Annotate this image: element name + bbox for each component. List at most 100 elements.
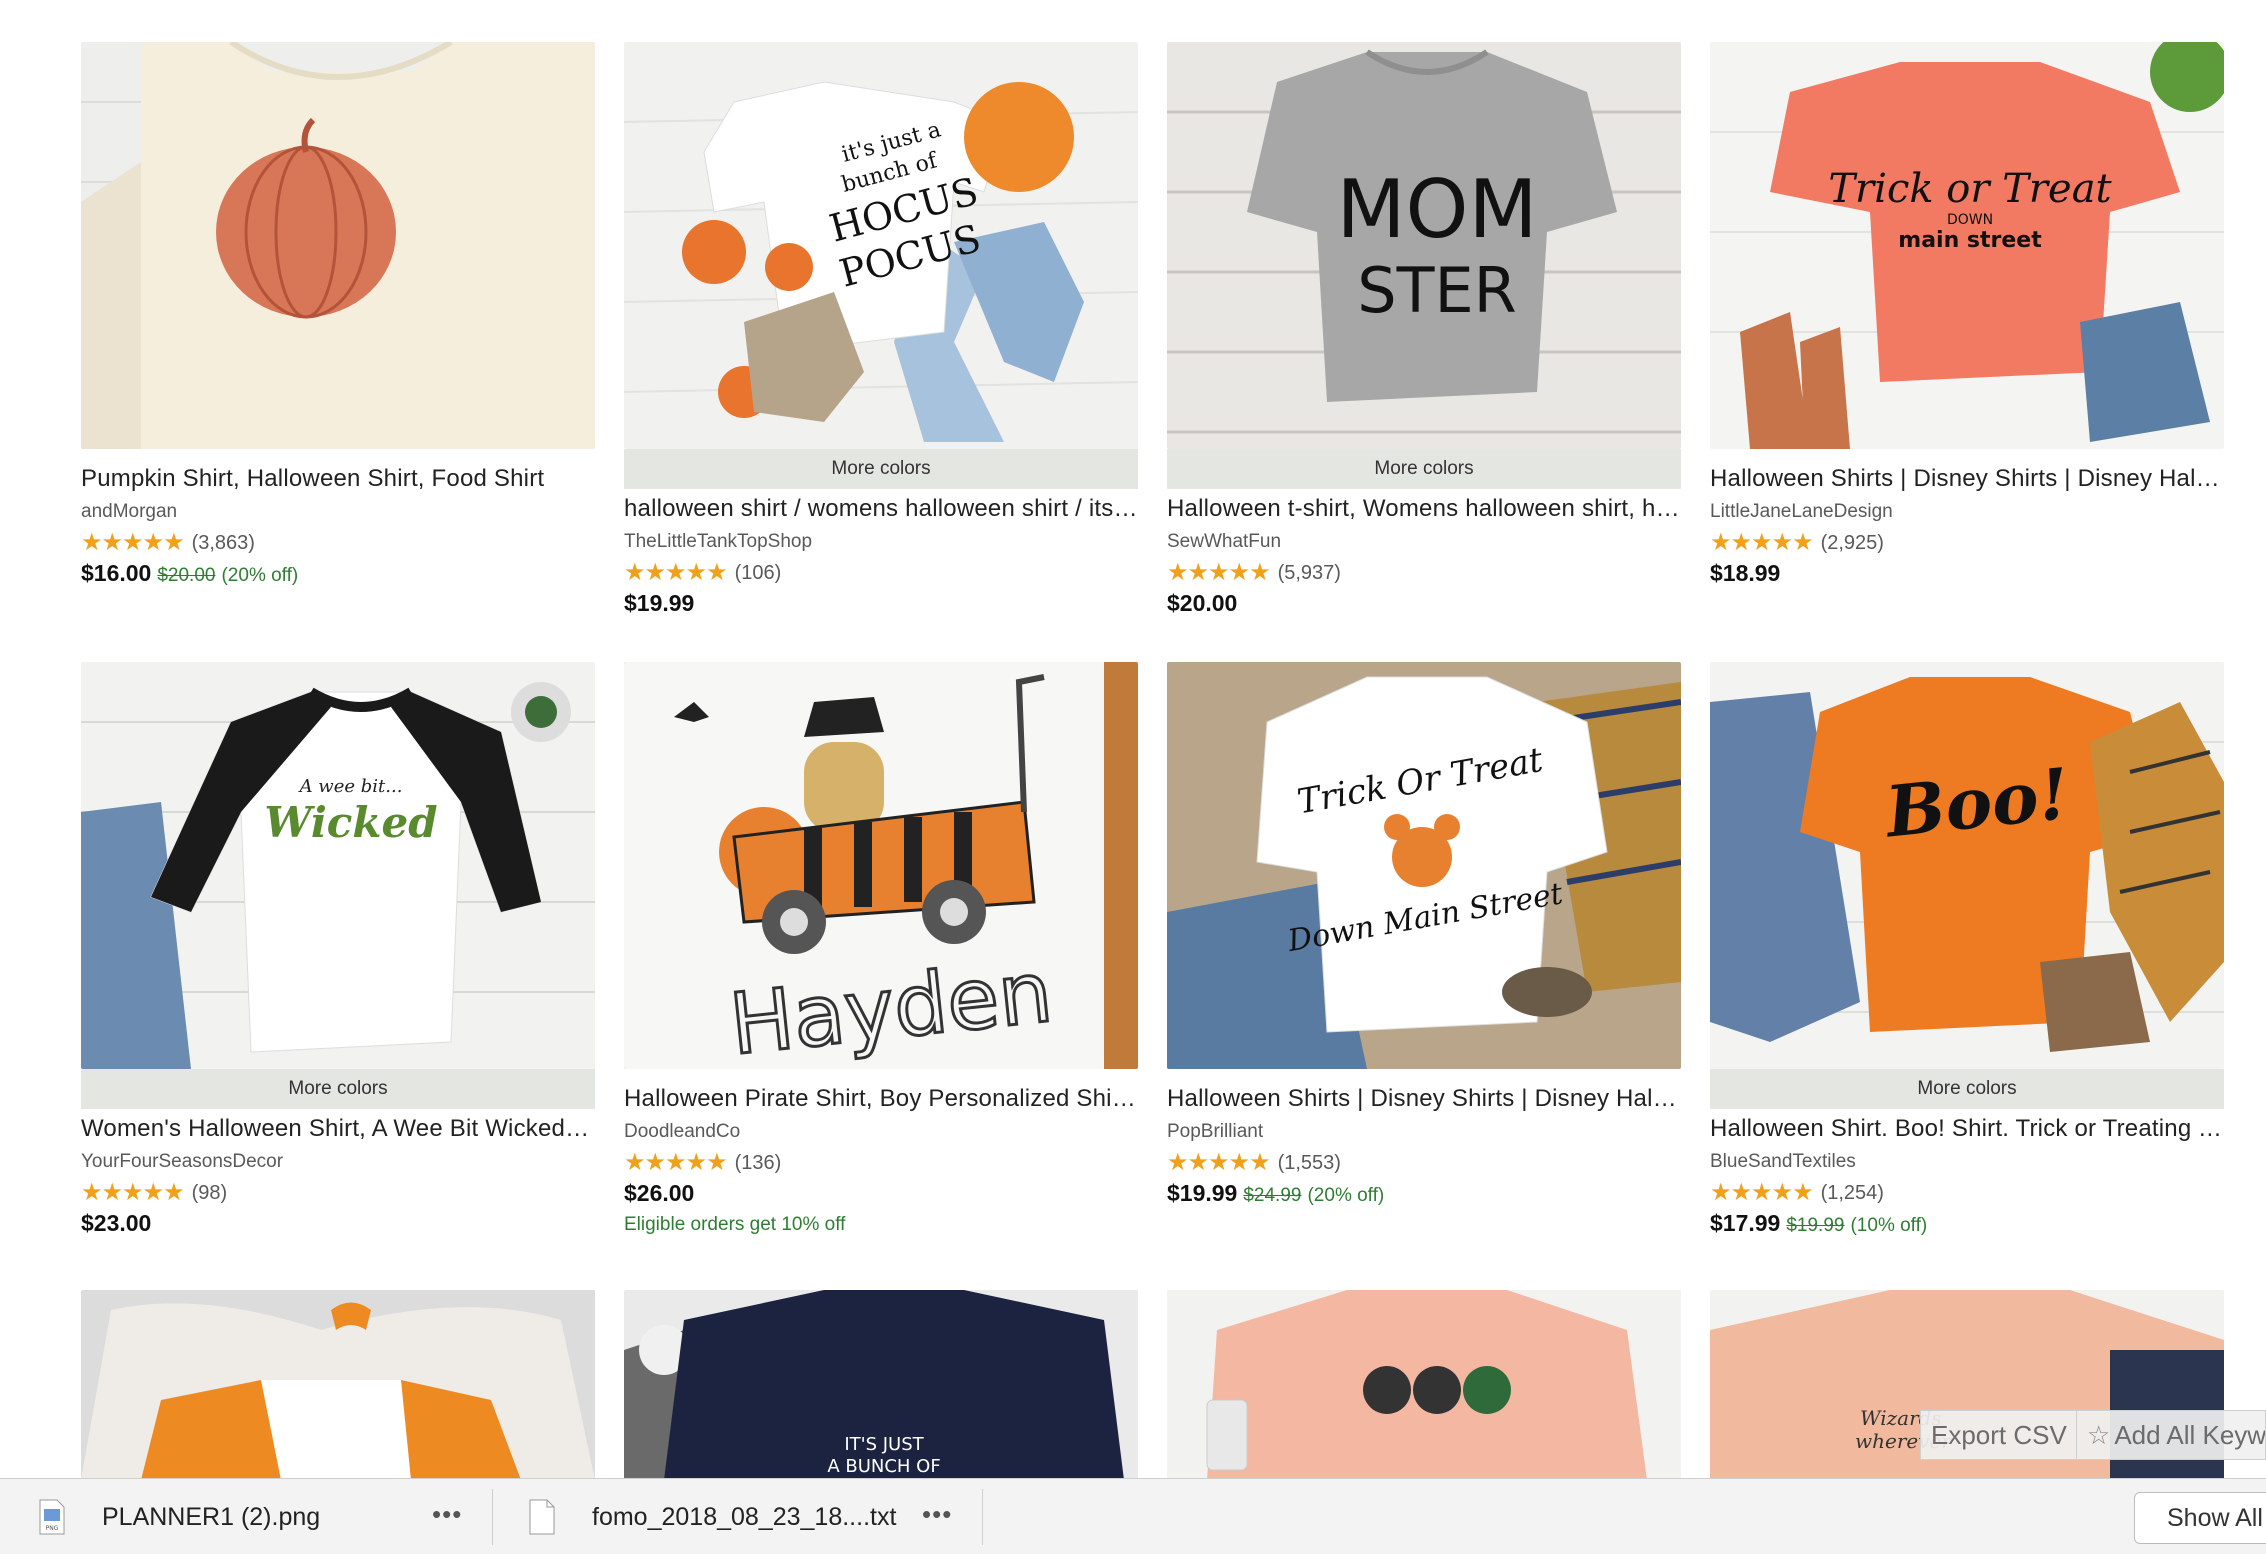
navy-hocus-shirt-image: IT'S JUST A BUNCH OF xyxy=(624,1290,1138,1480)
shop-name[interactable]: andMorgan xyxy=(81,501,595,523)
shop-name[interactable]: SewWhatFun xyxy=(1167,531,1681,553)
review-count: (1,553) xyxy=(1277,1152,1341,1174)
listing-card[interactable]: Boo! More colors Halloween Shirt. Boo! S… xyxy=(1710,662,2224,1240)
listing-card[interactable]: IT'S JUST A BUNCH OF xyxy=(624,1290,1138,1480)
listing-image[interactable]: Trick Or Treat Down Main Street xyxy=(1167,662,1681,1069)
price-row: $26.00 xyxy=(624,1179,1138,1207)
rating: ★★★★★ (2,925) xyxy=(1710,531,2224,555)
original-price: $20.00 xyxy=(157,565,216,586)
more-options-icon[interactable]: ••• xyxy=(432,1499,462,1530)
shop-name[interactable]: TheLittleTankTopShop xyxy=(624,531,1138,553)
listing-title[interactable]: Halloween t-shirt, Womens halloween shir… xyxy=(1167,495,1681,523)
rating: ★★★★★ (136) xyxy=(624,1151,1138,1175)
shirt-print-line: STER xyxy=(1357,254,1516,327)
listing-image[interactable]: MOM STER xyxy=(1167,42,1681,449)
listing-image[interactable] xyxy=(81,1290,595,1480)
listing-title[interactable]: halloween shirt / womens halloween shirt… xyxy=(624,495,1138,523)
listing-card[interactable]: MOM STER More colors Halloween t-shirt, … xyxy=(1167,42,1681,617)
export-csv-button[interactable]: Export CSV xyxy=(1920,1410,2078,1460)
original-price: $24.99 xyxy=(1243,1185,1302,1206)
listing-image[interactable]: IT'S JUST A BUNCH OF xyxy=(624,1290,1138,1480)
more-colors-label[interactable]: More colors xyxy=(1710,1069,2224,1109)
price: $19.99 xyxy=(624,590,695,616)
add-all-keywords-button[interactable]: ☆ Add All Keyw xyxy=(2076,1410,2266,1460)
review-count: (98) xyxy=(191,1182,228,1204)
listing-card[interactable] xyxy=(81,1290,595,1480)
hocus-pocus-shirt-image: it's just a bunch of HOCUS POCUS xyxy=(624,42,1138,449)
shop-name[interactable]: DoodleandCo xyxy=(624,1121,1138,1143)
shirt-print-line: main street xyxy=(1898,228,2042,253)
star-rating-icon: ★★★★★ xyxy=(1710,529,1814,556)
listing-card[interactable]: Pumpkin Shirt, Halloween Shirt, Food Shi… xyxy=(81,42,595,590)
price-row: $19.99 $24.99 (20% off) xyxy=(1167,1179,1681,1210)
boo-shirt-image: Boo! xyxy=(1710,662,2224,1069)
star-rating-icon: ★★★★★ xyxy=(81,529,185,556)
pumpkin-shirt-image xyxy=(81,42,595,449)
wicked-shirt-image: A wee bit... Wicked xyxy=(81,662,595,1069)
download-item[interactable]: fomo_2018_08_23_18....txt xyxy=(528,1479,896,1554)
listing-title[interactable]: Women's Halloween Shirt, A Wee Bit Wicke… xyxy=(81,1115,595,1143)
listing-title[interactable]: Halloween Pirate Shirt, Boy Personalized… xyxy=(624,1085,1138,1113)
review-count: (2,925) xyxy=(1820,532,1884,554)
show-all-button[interactable]: Show All xyxy=(2134,1492,2266,1544)
download-filename: fomo_2018_08_23_18....txt xyxy=(592,1502,897,1531)
star-rating-icon: ★★★★★ xyxy=(624,1149,728,1176)
download-item[interactable]: PNG PLANNER1 (2).png xyxy=(38,1479,320,1554)
rating: ★★★★★ (1,254) xyxy=(1710,1181,2224,1205)
more-colors-label[interactable]: More colors xyxy=(624,449,1138,489)
listing-image[interactable]: Trick or Treat DOWN main street xyxy=(1710,42,2224,449)
listing-image[interactable]: Hayden xyxy=(624,662,1138,1069)
shirt-print-line: IT'S JUST xyxy=(844,1434,924,1455)
listing-card[interactable]: it's just a bunch of HOCUS POCUS More co… xyxy=(624,42,1138,617)
rating: ★★★★★ (5,937) xyxy=(1167,561,1681,585)
png-file-icon: PNG xyxy=(39,1499,65,1535)
price: $18.99 xyxy=(1710,560,1781,586)
original-price: $19.99 xyxy=(1786,1215,1845,1236)
listing-image[interactable]: A wee bit... Wicked xyxy=(81,662,595,1069)
listing-card[interactable]: Hayden Halloween Pirate Shirt, Boy Perso… xyxy=(624,662,1138,1237)
review-count: (3,863) xyxy=(191,532,255,554)
momster-shirt-image: MOM STER xyxy=(1167,42,1681,449)
promo-text: Eligible orders get 10% off xyxy=(624,1214,846,1235)
listing-title[interactable]: Halloween Shirt. Boo! Shirt. Trick or Tr… xyxy=(1710,1115,2224,1143)
star-rating-icon: ★★★★★ xyxy=(1167,559,1271,586)
review-count: (106) xyxy=(734,562,782,584)
listing-card[interactable]: Trick or Treat DOWN main street Hallowee… xyxy=(1710,42,2224,587)
discount: (20% off) xyxy=(1307,1185,1385,1206)
pirate-wagon-shirt-image: Hayden xyxy=(624,662,1138,1069)
rating: ★★★★★ (106) xyxy=(624,561,1138,585)
rating: ★★★★★ (1,553) xyxy=(1167,1151,1681,1175)
listing-card[interactable]: A wee bit... Wicked More colors Women's … xyxy=(81,662,595,1237)
shirt-print-line: A BUNCH OF xyxy=(827,1456,940,1477)
price-row: $19.99 xyxy=(624,589,1138,617)
listing-image[interactable]: Boo! xyxy=(1710,662,2224,1069)
trick-or-treat-shirt-image: Trick or Treat DOWN main street xyxy=(1710,42,2224,449)
shop-name[interactable]: BlueSandTextiles xyxy=(1710,1151,2224,1173)
star-icon: ☆ xyxy=(2087,1420,2111,1450)
listing-image[interactable]: it's just a bunch of HOCUS POCUS xyxy=(624,42,1138,449)
listing-card[interactable] xyxy=(1167,1290,1681,1480)
listing-title[interactable]: Halloween Shirts | Disney Shirts | Disne… xyxy=(1167,1085,1681,1113)
divider xyxy=(982,1489,983,1545)
download-bar: PNG PLANNER1 (2).png ••• fomo_2018_08_23… xyxy=(0,1478,2266,1554)
more-options-icon[interactable]: ••• xyxy=(922,1499,952,1530)
shirt-print-line: MOM xyxy=(1336,163,1537,256)
shop-name[interactable]: LittleJaneLaneDesign xyxy=(1710,501,2224,523)
shirt-print-line: A wee bit... xyxy=(298,776,403,797)
discount: (10% off) xyxy=(1850,1215,1928,1236)
listing-image[interactable] xyxy=(1167,1290,1681,1480)
more-colors-label[interactable]: More colors xyxy=(81,1069,595,1109)
listing-image[interactable] xyxy=(81,42,595,449)
divider xyxy=(492,1489,493,1545)
file-ext: PNG xyxy=(46,1525,59,1532)
listing-title[interactable]: Pumpkin Shirt, Halloween Shirt, Food Shi… xyxy=(81,465,595,493)
shop-name[interactable]: YourFourSeasonsDecor xyxy=(81,1151,595,1173)
shop-name[interactable]: PopBrilliant xyxy=(1167,1121,1681,1143)
review-count: (5,937) xyxy=(1277,562,1341,584)
star-rating-icon: ★★★★★ xyxy=(81,1179,185,1206)
price-row: $18.99 xyxy=(1710,559,2224,587)
listing-title[interactable]: Halloween Shirts | Disney Shirts | Disne… xyxy=(1710,465,2224,493)
rating: ★★★★★ (98) xyxy=(81,1181,595,1205)
listing-card[interactable]: Trick Or Treat Down Main Street Hallowee… xyxy=(1167,662,1681,1210)
more-colors-label[interactable]: More colors xyxy=(1167,449,1681,489)
